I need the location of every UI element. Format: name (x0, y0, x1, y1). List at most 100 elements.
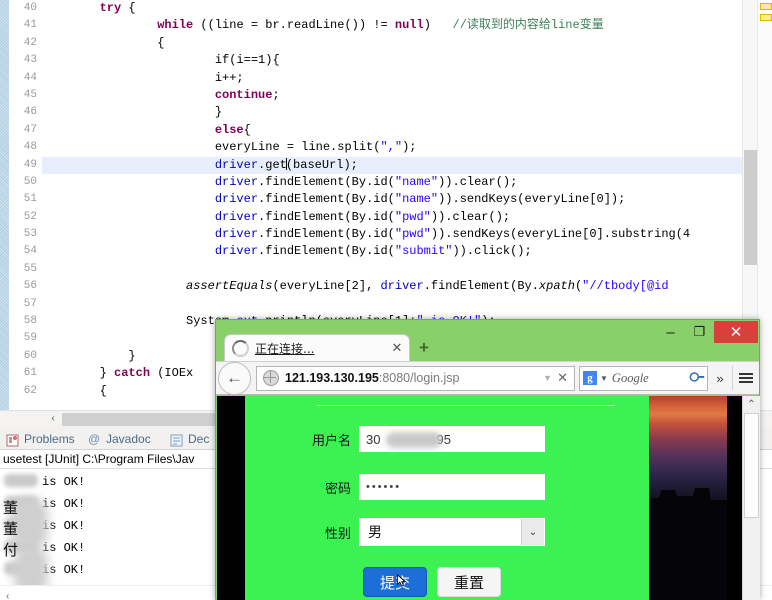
submit-button[interactable]: 提交 (363, 567, 428, 597)
maximize-button[interactable]: ❐ (685, 321, 714, 343)
tab-javadoc-label: Javadoc (106, 432, 151, 446)
loading-spinner-icon (232, 339, 249, 357)
line-number: 57 (23, 297, 37, 310)
new-tab-button[interactable]: + (410, 334, 438, 361)
browser-title-bar[interactable]: – ❐ ✕ 正在连接... ✕ + (216, 320, 759, 361)
code-line[interactable]: } (42, 104, 742, 121)
code-line[interactable]: while ((line = br.readLine()) != null) /… (42, 17, 742, 34)
code-line[interactable]: continue; (42, 87, 742, 104)
menu-icon[interactable] (732, 366, 759, 390)
browser-tab-title: 正在连接... (255, 341, 315, 356)
screen: 40 41 42 43 44 45 46 47 48 49 50 51 52 53 54 55 56 57 58 59… (0, 0, 772, 600)
username-label: 用户名 (311, 433, 351, 449)
line-number: 49 (23, 158, 37, 171)
tab-problems-label: Problems (24, 432, 75, 446)
line-number: 42 (23, 36, 37, 49)
chevron-down-icon[interactable]: ⌄ (521, 519, 544, 545)
code-line[interactable] (42, 296, 742, 313)
line-number: 44 (23, 71, 37, 84)
line-number: 61 (23, 367, 37, 380)
line-number: 48 (23, 141, 37, 154)
problems-icon (6, 433, 20, 447)
code-line[interactable] (42, 261, 742, 278)
editor-scrollbar-thumb[interactable] (744, 150, 757, 265)
code-line[interactable]: driver.findElement(By.id("name")).sendKe… (42, 191, 742, 208)
tab-problems[interactable]: Problems (4, 429, 75, 449)
search-bar[interactable]: g ▼ Google (579, 365, 708, 391)
chevron-down-icon[interactable]: ▼ (600, 374, 608, 383)
line-number: 60 (23, 349, 37, 362)
url-text: 121.193.130.195:8080/login.jsp (285, 371, 538, 385)
firefox-browser-window[interactable]: – ❐ ✕ 正在连接... ✕ + ← 121.193.130.195:8080… (215, 319, 760, 600)
form-top-rule (317, 405, 615, 406)
close-button[interactable]: ✕ (714, 321, 758, 343)
redaction-blur (4, 474, 38, 487)
username-input[interactable]: 30 95 (359, 426, 545, 452)
back-button[interactable]: ← (218, 361, 251, 395)
line-number: 59 (23, 332, 37, 345)
code-line[interactable]: driver.findElement(By.id("pwd")).sendKey… (42, 226, 742, 243)
code-line[interactable]: driver.findElement(By.id("name")).clear(… (42, 174, 742, 191)
page-viewport[interactable]: 用户名 30 95 密码 •••••• 性别 男 ⌄ 提交 重置 ⌃ (217, 396, 760, 600)
url-path: :8080/login.jsp (378, 371, 460, 385)
line-number: 47 (23, 123, 37, 136)
form-row-username: 用户名 30 95 (289, 426, 545, 452)
line-number: 52 (23, 210, 37, 223)
line-number: 45 (23, 88, 37, 101)
chevron-down-icon[interactable]: ▼ (543, 373, 552, 383)
warning-marker-icon[interactable] (760, 14, 772, 21)
skyline-silhouette (649, 488, 727, 600)
line-number: 40 (23, 2, 37, 14)
line-number: 51 (23, 193, 37, 206)
google-icon: g (583, 371, 597, 385)
tab-declaration-label: Dec (188, 432, 210, 446)
line-number: 58 (23, 315, 37, 328)
overflow-chevron-icon[interactable]: » (708, 371, 732, 386)
code-line[interactable]: else{ (42, 122, 742, 139)
code-line[interactable]: driver.get(baseUrl); (42, 156, 742, 174)
form-button-row: 提交 重置 (363, 567, 502, 597)
line-number: 43 (23, 54, 37, 67)
code-line[interactable]: assertEquals(everyLine[2], driver.findEl… (42, 278, 742, 295)
search-engine-label: Google (611, 370, 649, 385)
code-line[interactable]: i++; (42, 70, 742, 87)
scroll-up-icon[interactable]: ⌃ (743, 396, 760, 413)
code-line[interactable]: everyLine = line.split(","); (42, 139, 742, 156)
browser-tab[interactable]: 正在连接... ✕ (224, 334, 410, 361)
line-number: 56 (23, 280, 37, 293)
reset-button[interactable]: 重置 (437, 567, 502, 597)
password-value: •••••• (366, 481, 402, 493)
password-input[interactable]: •••••• (359, 474, 545, 500)
window-controls: – ❐ ✕ (656, 321, 758, 343)
line-number-ruler: 40 41 42 43 44 45 46 47 48 49 50 51 52 53 54 55 56 57 58 59… (9, 0, 40, 410)
stop-loading-icon[interactable]: ✕ (557, 370, 568, 386)
login-form[interactable]: 用户名 30 95 密码 •••••• 性别 男 ⌄ 提交 重置 (245, 396, 649, 600)
tab-declaration[interactable]: Dec (168, 429, 209, 449)
tab-close-icon[interactable]: ✕ (389, 340, 405, 356)
tab-strip: 正在连接... ✕ + (224, 334, 438, 361)
overlay-char: 付 (3, 541, 19, 559)
code-line[interactable]: driver.findElement(By.id("pwd")).clear()… (42, 209, 742, 226)
browser-navigation-bar: ← 121.193.130.195:8080/login.jsp ▼ ✕ g ▼… (216, 361, 759, 395)
line-number: 55 (23, 262, 37, 275)
code-line[interactable]: try { (42, 0, 742, 17)
gender-select[interactable]: 男 ⌄ (359, 518, 545, 546)
scroll-left-icon[interactable]: ‹ (6, 591, 9, 600)
overlay-char: 董 (3, 520, 19, 538)
code-line[interactable]: { (42, 35, 742, 52)
line-number: 54 (23, 245, 37, 258)
declaration-icon (170, 433, 184, 447)
url-bar[interactable]: 121.193.130.195:8080/login.jsp ▼ ✕ (256, 365, 575, 391)
overlay-char: 董 (3, 499, 19, 517)
line-number: 53 (23, 228, 37, 241)
minimize-button[interactable]: – (656, 321, 685, 343)
tab-javadoc[interactable]: @ Javadoc (86, 429, 151, 449)
warning-marker-icon[interactable] (760, 3, 772, 10)
code-line[interactable]: if(i==1){ (42, 52, 742, 69)
page-scrollbar[interactable]: ⌃ (742, 396, 760, 600)
page-scrollbar-thumb[interactable] (744, 413, 759, 518)
page-left-black-band (217, 396, 245, 600)
code-line[interactable]: driver.findElement(By.id("submit")).clic… (42, 243, 742, 260)
scroll-left-icon[interactable]: ‹ (46, 412, 60, 426)
editor-annotation-gutter[interactable] (0, 0, 9, 410)
